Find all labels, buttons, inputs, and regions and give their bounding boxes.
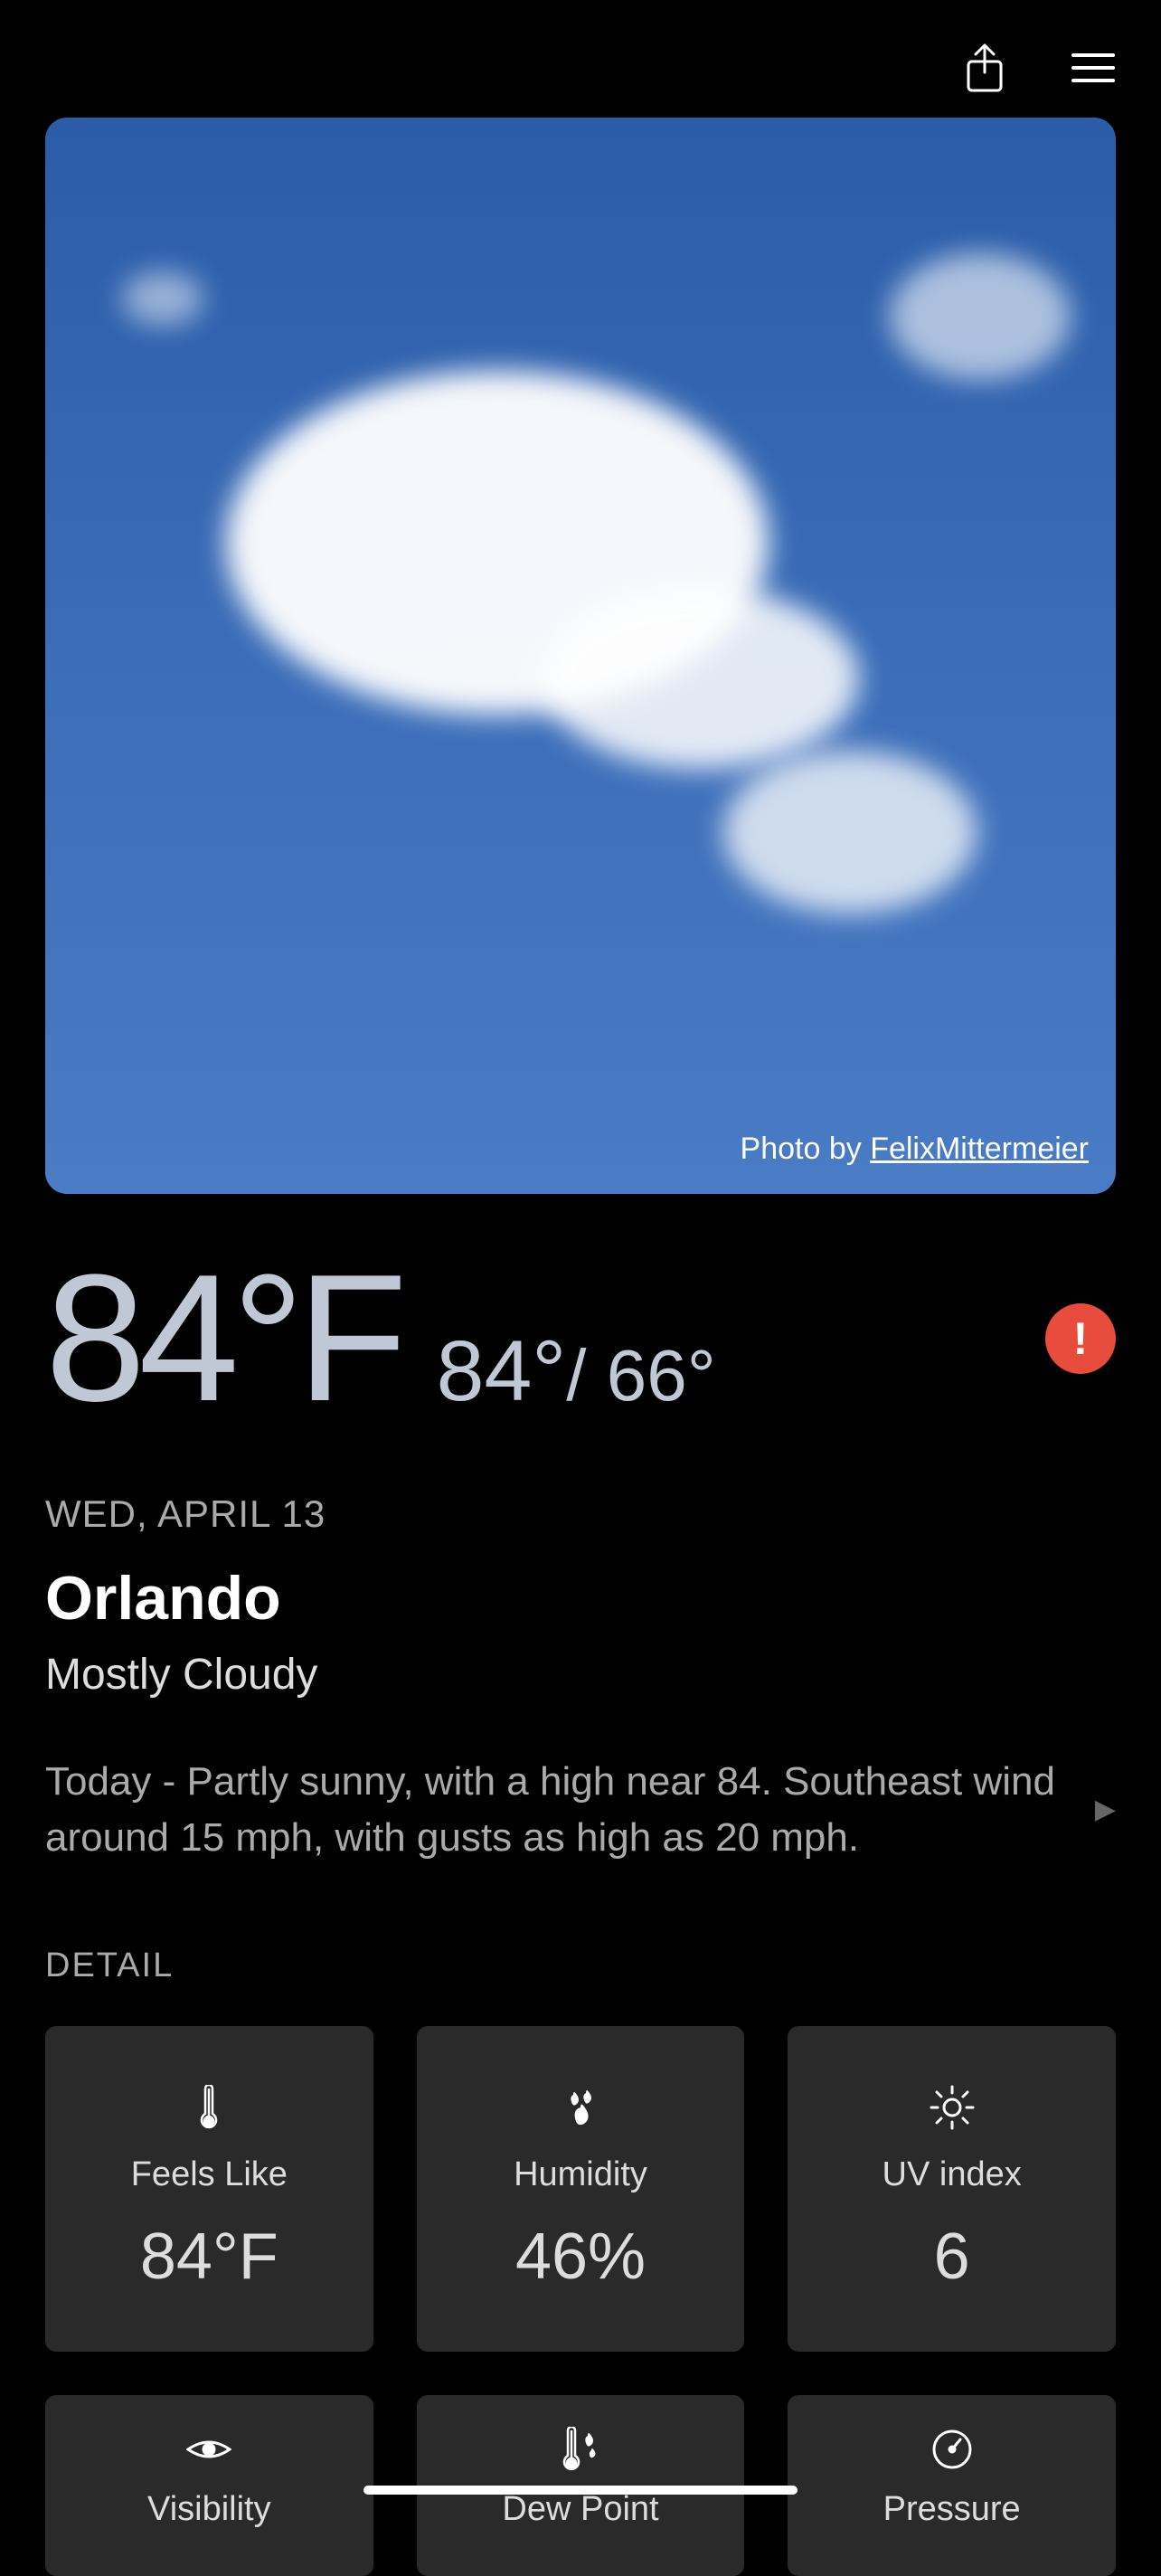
chevron-right-icon: ▶ <box>1095 1794 1116 1825</box>
card-value: 46% <box>515 2220 646 2294</box>
weather-alert-badge[interactable]: ! <box>1045 1303 1116 1374</box>
detail-section-title: DETAIL <box>45 1946 1116 1985</box>
pressure-card[interactable]: Pressure <box>788 2395 1116 2576</box>
humidity-icon <box>561 2085 600 2130</box>
current-date: WED, APRIL 13 <box>45 1492 1116 1536</box>
location-name: Orlando <box>45 1563 1116 1634</box>
card-label: Visibility <box>147 2490 271 2529</box>
card-label: UV index <box>883 2155 1022 2194</box>
share-button[interactable] <box>962 45 1007 90</box>
weather-condition: Mostly Cloudy <box>45 1650 1116 1700</box>
humidity-card[interactable]: Humidity 46% <box>417 2026 745 2352</box>
cloud-decoration <box>122 271 203 326</box>
card-label: Feels Like <box>131 2155 288 2194</box>
temperature-range: 84°/ 66° <box>437 1329 716 1415</box>
cloud-decoration <box>890 253 1071 380</box>
photo-credit-link[interactable]: FelixMittermeier <box>870 1132 1089 1166</box>
cloud-decoration <box>543 588 859 769</box>
main-content: Photo by FelixMittermeier 84°F 84°/ 66° … <box>0 118 1161 2576</box>
feels-like-card[interactable]: Feels Like 84°F <box>45 2026 373 2352</box>
low-temperature: 66° <box>607 1335 716 1416</box>
visibility-card[interactable]: Visibility <box>45 2395 373 2576</box>
uv-index-card[interactable]: UV index 6 <box>788 2026 1116 2352</box>
hero-sky-image: Photo by FelixMittermeier <box>45 118 1116 1194</box>
card-value: 6 <box>934 2220 970 2294</box>
sun-icon <box>930 2085 975 2130</box>
thermometer-icon <box>198 2085 220 2130</box>
gauge-icon <box>931 2427 973 2472</box>
card-value: 84°F <box>140 2220 278 2294</box>
card-label: Dew Point <box>502 2490 658 2529</box>
photo-credit: Photo by FelixMittermeier <box>741 1132 1089 1167</box>
credit-prefix: Photo by <box>741 1132 871 1166</box>
dew-point-icon <box>561 2427 600 2472</box>
temperature-row: 84°F 84°/ 66° ! <box>45 1248 1116 1429</box>
cloud-decoration <box>723 751 977 914</box>
home-indicator[interactable] <box>363 2486 798 2495</box>
menu-button[interactable] <box>1071 45 1116 90</box>
card-label: Humidity <box>514 2155 647 2194</box>
forecast-description: Today - Partly sunny, with a high near 8… <box>45 1754 1068 1865</box>
eye-icon <box>186 2427 231 2472</box>
header-bar <box>0 0 1161 118</box>
card-label: Pressure <box>883 2490 1021 2529</box>
forecast-row[interactable]: Today - Partly sunny, with a high near 8… <box>45 1754 1116 1865</box>
high-temperature: 84° <box>437 1323 567 1419</box>
current-temperature: 84°F <box>45 1248 401 1429</box>
alert-icon: ! <box>1073 1312 1089 1365</box>
